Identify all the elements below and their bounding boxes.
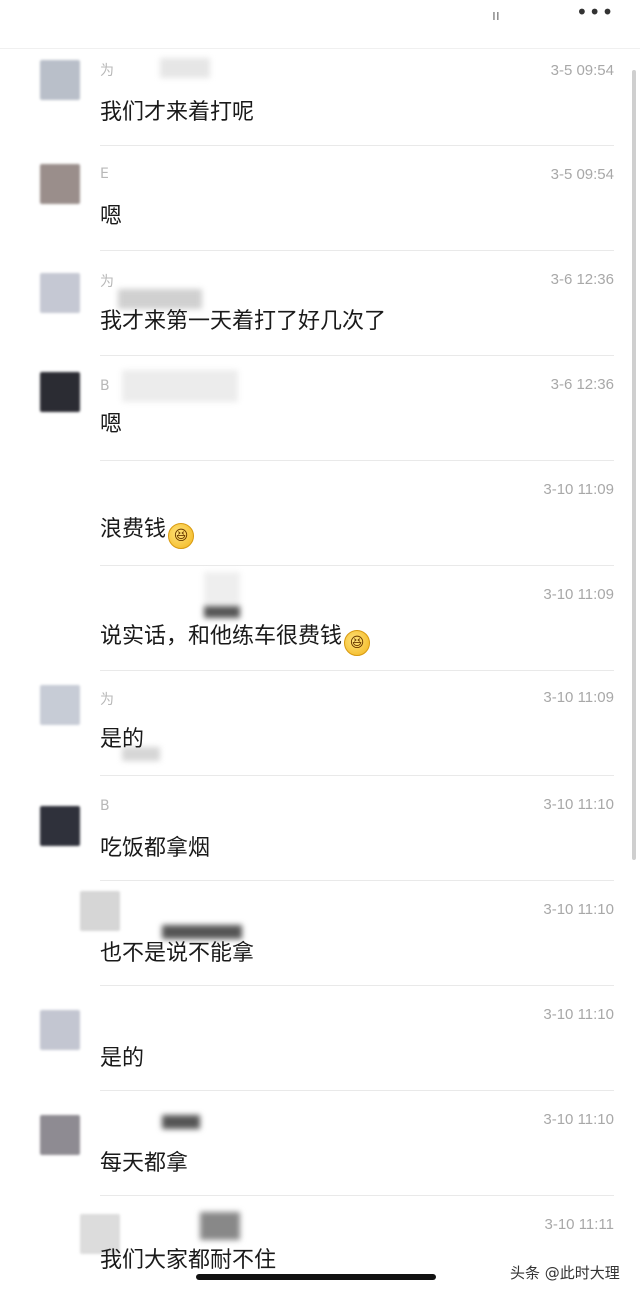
- message-time: 3-6 12:36: [550, 271, 614, 288]
- redaction-blur: [160, 58, 210, 78]
- signal-icon: ıı: [492, 8, 500, 24]
- avatar[interactable]: [40, 1115, 80, 1155]
- message-text: 我们才来着打呢: [100, 100, 255, 125]
- avatar[interactable]: [40, 685, 80, 725]
- message-list: 为 3-5 09:54 我们才来着打呢 E 3-5 09:54 嗯 为 3-6 …: [0, 48, 640, 1301]
- redaction-blur: [162, 1115, 200, 1129]
- sender-name: 为: [100, 274, 114, 290]
- home-indicator[interactable]: [196, 1274, 436, 1280]
- message-text: 是的: [100, 1046, 145, 1071]
- sender-name: B: [100, 378, 110, 394]
- avatar[interactable]: [40, 372, 80, 412]
- message-text: 说实话，和他练车很费钱 😆: [100, 618, 371, 656]
- message-text-content: 说实话，和他练车很费钱: [100, 624, 343, 649]
- list-item[interactable]: B 3-6 12:36 嗯: [0, 356, 640, 461]
- avatar[interactable]: [80, 891, 120, 931]
- avatar[interactable]: [40, 273, 80, 313]
- message-time: 3-10 11:10: [543, 796, 614, 813]
- sender-name: 为: [100, 63, 114, 79]
- message-text-content: 浪费钱: [100, 517, 167, 542]
- message-time: 3-6 12:36: [550, 376, 614, 393]
- watermark: 头条 @此时大理: [510, 1264, 620, 1282]
- avatar[interactable]: [40, 806, 80, 846]
- list-item[interactable]: 3-10 11:10 也不是说不能拿: [0, 881, 640, 986]
- list-item[interactable]: 3-10 11:09 浪费钱 😆: [0, 461, 640, 566]
- message-time: 3-5 09:54: [550, 166, 614, 183]
- list-item[interactable]: B 3-10 11:10 吃饭都拿烟: [0, 776, 640, 881]
- message-time: 3-10 11:10: [543, 1006, 614, 1023]
- list-item[interactable]: 3-10 11:09 说实话，和他练车很费钱 😆: [0, 566, 640, 671]
- avatar[interactable]: [40, 1010, 80, 1050]
- redaction-blur: [204, 606, 240, 618]
- message-time: 3-10 11:09: [543, 481, 614, 498]
- redaction-blur: [200, 1212, 240, 1240]
- list-item[interactable]: 3-10 11:10 是的: [0, 986, 640, 1091]
- list-item[interactable]: 为 3-5 09:54 我们才来着打呢: [0, 48, 640, 146]
- redaction-blur: [122, 370, 238, 402]
- list-item[interactable]: E 3-5 09:54 嗯: [0, 146, 640, 251]
- sender-name: B: [100, 798, 110, 814]
- redaction-blur: [204, 572, 240, 604]
- list-item[interactable]: 为 3-10 11:09 是的: [0, 671, 640, 776]
- message-time: 3-10 11:10: [543, 1111, 614, 1128]
- message-text: 是的: [100, 727, 145, 752]
- more-options-icon[interactable]: •••: [576, 2, 613, 22]
- message-time: 3-10 11:10: [543, 901, 614, 918]
- message-text: 吃饭都拿烟: [100, 836, 211, 861]
- avatar[interactable]: [40, 164, 80, 204]
- sender-name: E: [100, 166, 109, 182]
- message-time: 3-10 11:09: [543, 586, 614, 603]
- message-text: 也不是说不能拿: [100, 941, 255, 966]
- message-text: 嗯: [100, 204, 123, 229]
- laughing-crying-emoji-icon: 😆: [168, 523, 195, 549]
- avatar[interactable]: [40, 60, 80, 100]
- sender-name: 为: [100, 692, 114, 708]
- message-text: 我才来第一天着打了好几次了: [100, 309, 387, 334]
- message-text: 浪费钱 😆: [100, 511, 195, 549]
- message-time: 3-10 11:09: [543, 689, 614, 706]
- list-item[interactable]: 为 3-6 12:36 我才来第一天着打了好几次了: [0, 251, 640, 356]
- message-text: 嗯: [100, 412, 123, 437]
- list-item[interactable]: 3-10 11:11 我们大家都耐不住: [0, 1196, 640, 1301]
- scrollbar[interactable]: [632, 70, 636, 860]
- message-time: 3-10 11:11: [544, 1216, 615, 1233]
- message-text: 每天都拿: [100, 1151, 189, 1176]
- message-time: 3-5 09:54: [550, 62, 614, 79]
- laughing-crying-emoji-icon: 😆: [344, 630, 371, 656]
- list-item[interactable]: 3-10 11:10 每天都拿: [0, 1091, 640, 1196]
- message-text: 我们大家都耐不住: [100, 1248, 277, 1273]
- top-bar: ıı •••: [0, 0, 640, 49]
